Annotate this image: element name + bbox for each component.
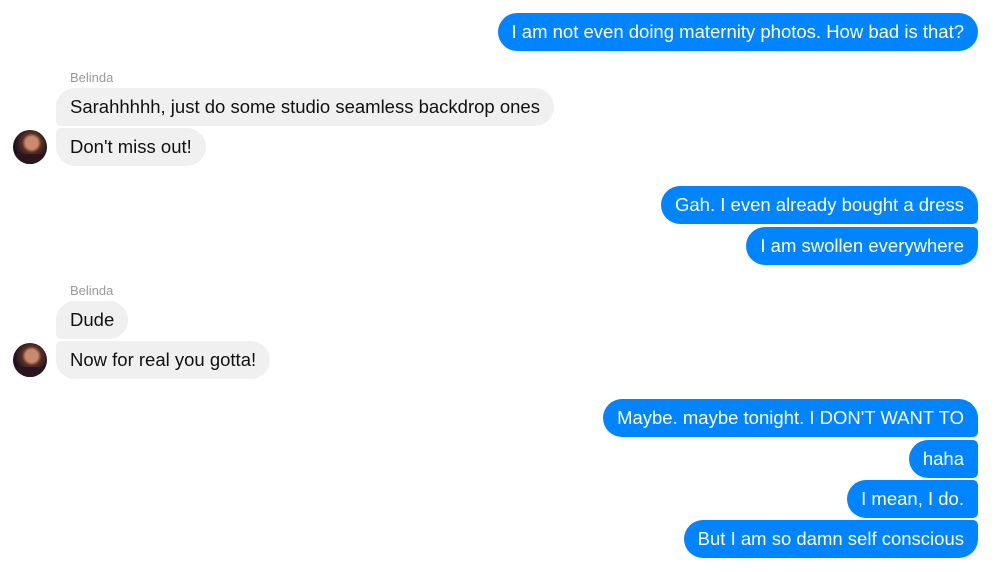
message-thread: I am not even doing maternity photos. Ho… — [0, 0, 1000, 572]
outgoing-message[interactable]: I mean, I do. — [847, 480, 978, 518]
outgoing-message[interactable]: But I am so damn self conscious — [683, 520, 978, 558]
sender-name: Belinda — [70, 283, 114, 298]
outgoing-message[interactable]: I am not even doing maternity photos. Ho… — [497, 13, 978, 51]
outgoing-message[interactable]: Gah. I even already bought a dress — [661, 186, 978, 224]
outgoing-message[interactable]: I am swollen everywhere — [746, 227, 978, 265]
incoming-message[interactable]: Sarahhhhh, just do some studio seamless … — [56, 88, 554, 126]
outgoing-message[interactable]: Maybe. maybe tonight. I DON'T WANT TO — [603, 399, 978, 437]
outgoing-message[interactable]: haha — [908, 440, 978, 478]
sender-name: Belinda — [70, 70, 114, 85]
contact-avatar[interactable] — [13, 130, 47, 164]
incoming-message[interactable]: Don't miss out! — [56, 128, 206, 166]
incoming-message[interactable]: Dude — [56, 301, 129, 339]
contact-avatar[interactable] — [13, 343, 47, 377]
incoming-message[interactable]: Now for real you gotta! — [56, 341, 271, 379]
